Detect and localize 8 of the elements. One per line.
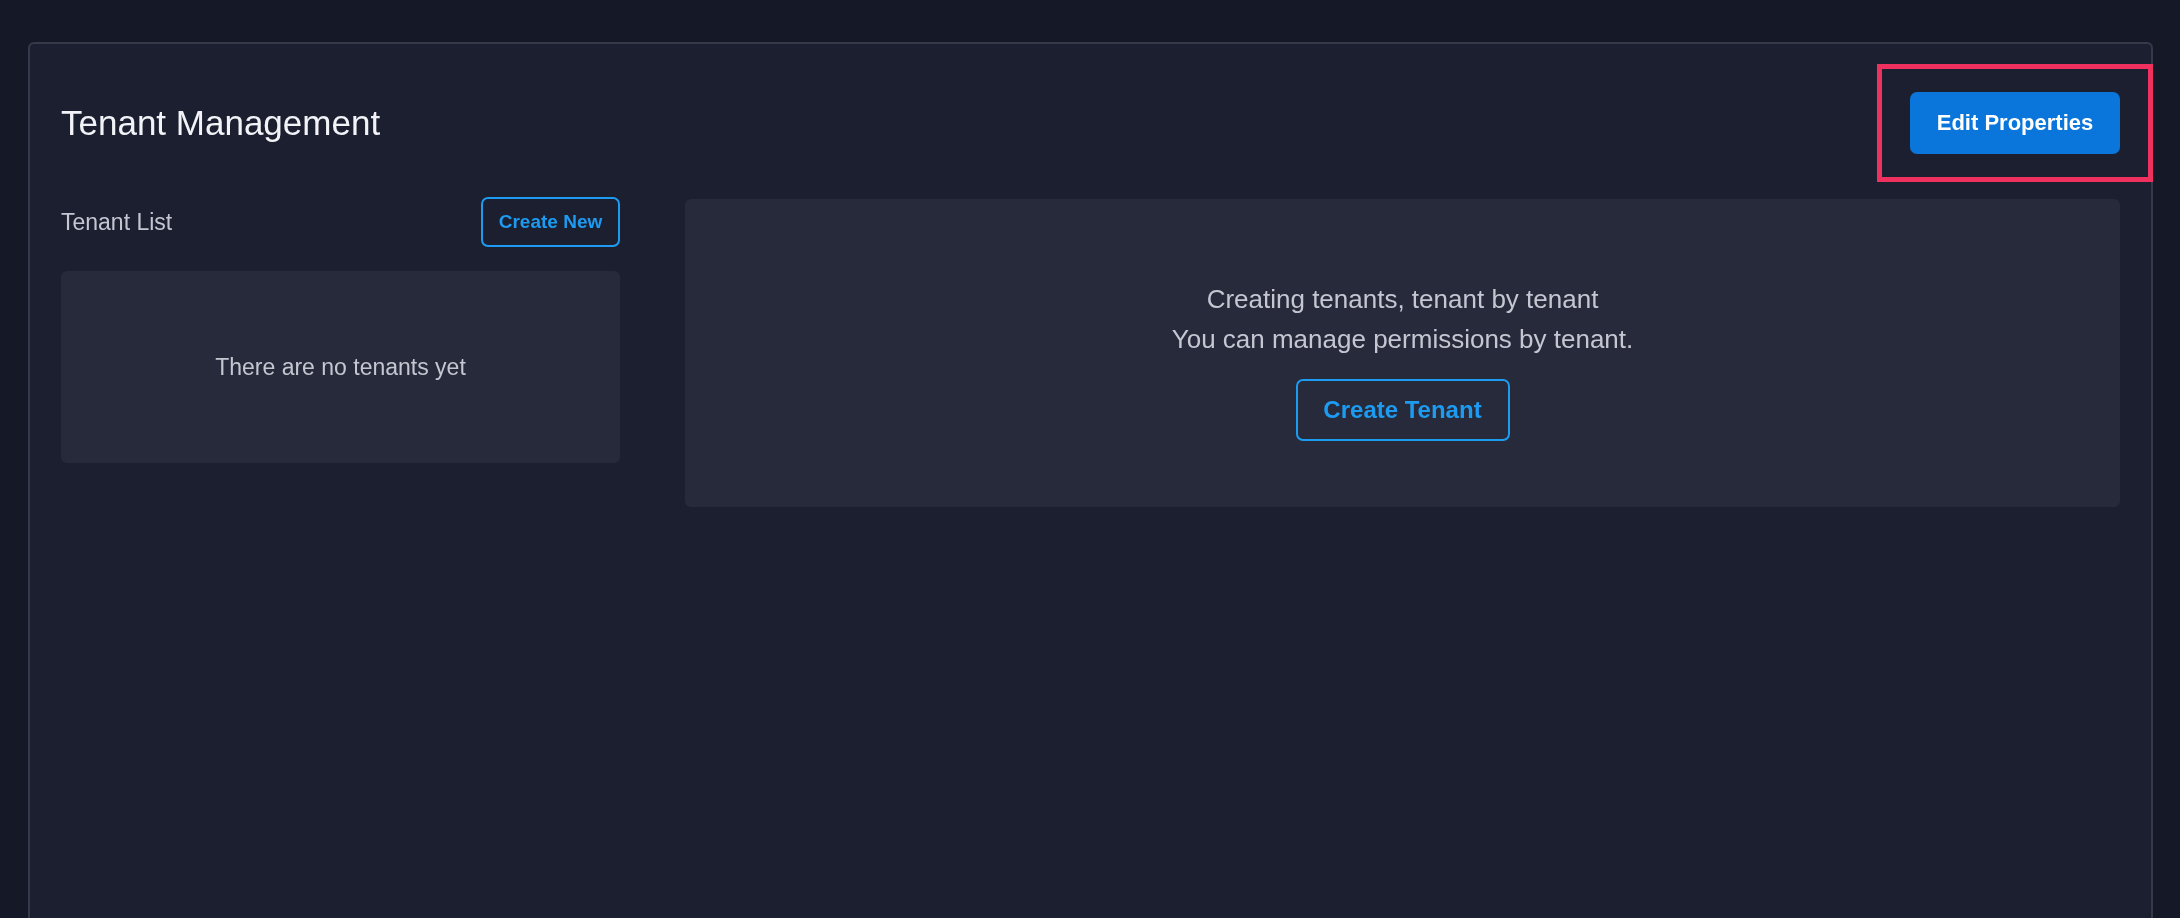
create-new-button[interactable]: Create New — [481, 197, 620, 247]
intro-text: You can manage permissions by tenant. — [1171, 323, 1634, 356]
edit-properties-button[interactable]: Edit Properties — [1910, 92, 2120, 154]
tenant-list-title: Tenant List — [61, 208, 173, 236]
empty-message: There are no tenants yet — [215, 353, 466, 381]
intro-text: Creating tenants, tenant by tenant — [1206, 283, 1599, 316]
create-tenant-button[interactable]: Create Tenant — [1295, 379, 1510, 441]
page-title: Tenant Management — [61, 103, 381, 143]
